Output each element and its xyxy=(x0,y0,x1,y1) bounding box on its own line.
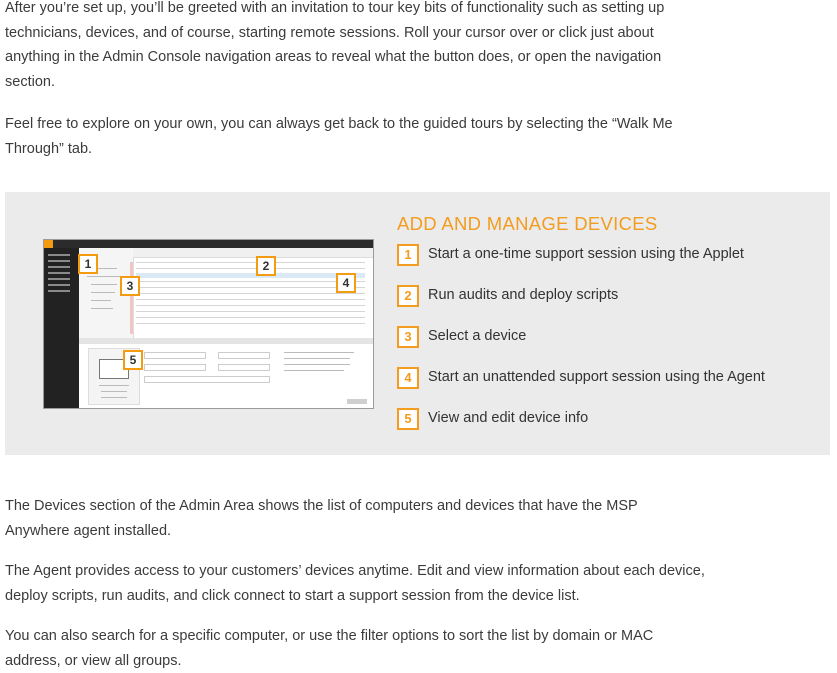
intro-paragraph-walkthrough: Feel free to explore on your own, you ca… xyxy=(5,116,673,157)
agent-paragraph: The Agent provides access to your custom… xyxy=(5,563,705,604)
step-number-badge: 5 xyxy=(397,408,419,430)
intro-paragraph-setup: After you’re set up, you’ll be greeted w… xyxy=(5,0,665,91)
step-label: Run audits and deploy scripts xyxy=(428,287,619,303)
step-number-badge: 1 xyxy=(397,244,419,266)
admin-console-screenshot: 1 2 3 4 5 xyxy=(43,239,374,409)
app-logo-icon xyxy=(44,240,53,248)
screenshot-sidebar xyxy=(44,248,79,408)
screenshot-callout-4: 4 xyxy=(336,273,356,293)
step-label: View and edit device info xyxy=(428,410,589,426)
step-number-badge: 4 xyxy=(397,367,419,389)
screenshot-callout-5: 5 xyxy=(123,350,143,370)
screenshot-details-header xyxy=(79,338,373,344)
screenshot-callout-1: 1 xyxy=(78,254,98,274)
devices-section-paragraph: The Devices section of the Admin Area sh… xyxy=(5,498,638,539)
feature-panel: 1 2 3 4 5 ADD AND MANAGE DEVICES 1 Start… xyxy=(5,192,830,455)
step-label: Start an unattended support session usin… xyxy=(428,369,765,385)
search-paragraph: You can also search for a specific compu… xyxy=(5,628,654,669)
screenshot-toolbar xyxy=(133,248,373,258)
step-label: Select a device xyxy=(428,328,527,344)
panel-title: ADD AND MANAGE DEVICES xyxy=(397,213,658,234)
screenshot-callout-3: 3 xyxy=(120,276,140,296)
screenshot-top-bar xyxy=(44,240,373,248)
step-number-badge: 2 xyxy=(397,285,419,307)
step-number-badge: 3 xyxy=(397,326,419,348)
step-label: Start a one-time support session using t… xyxy=(428,246,744,262)
screenshot-callout-2: 2 xyxy=(256,256,276,276)
